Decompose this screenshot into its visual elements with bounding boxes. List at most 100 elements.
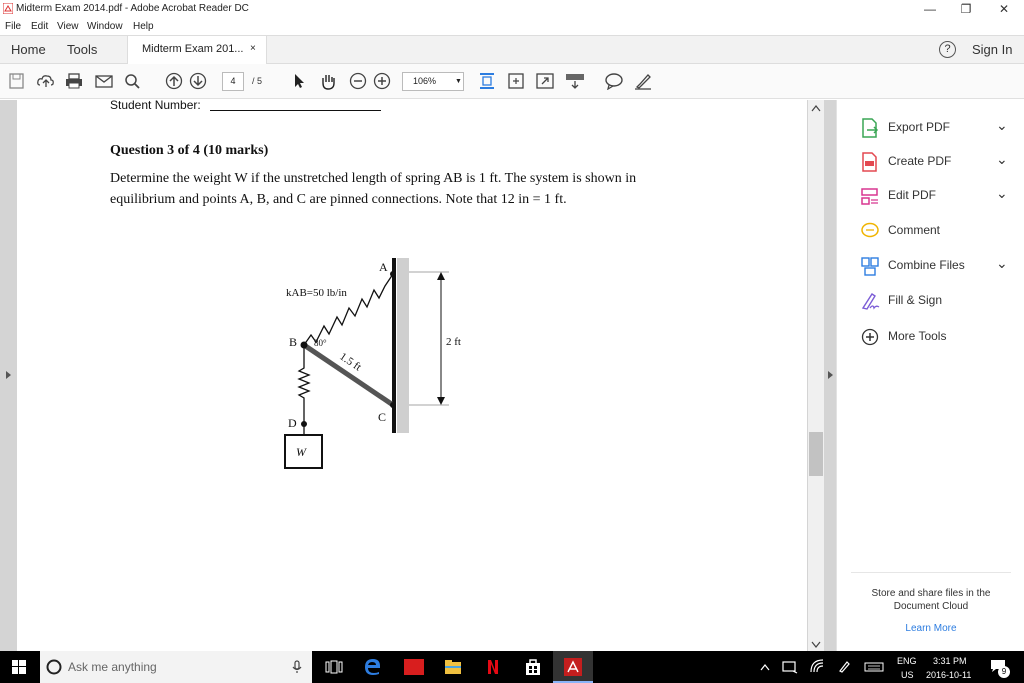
chevron-down-icon[interactable]: ⌄ xyxy=(996,151,1008,168)
select-cursor-icon[interactable] xyxy=(289,72,309,90)
menu-file[interactable]: File xyxy=(5,21,21,32)
wifi-icon[interactable] xyxy=(810,659,824,673)
cortana-search-box[interactable]: Ask me anything xyxy=(40,651,312,683)
store-icon[interactable] xyxy=(524,658,542,676)
show-hidden-icons-icon[interactable] xyxy=(760,663,770,671)
tab-tools[interactable]: Tools xyxy=(67,42,97,57)
label-a: A xyxy=(379,260,388,274)
tool-comment[interactable]: Comment xyxy=(837,216,1024,246)
pin-c xyxy=(390,402,396,408)
cortana-circle-icon xyxy=(46,659,62,675)
student-number-label: Student Number: xyxy=(110,98,201,112)
chevron-down-icon[interactable]: ⌄ xyxy=(996,185,1008,202)
taskbar-app-red-icon[interactable] xyxy=(404,659,424,675)
label-d: D xyxy=(288,416,297,430)
tab-home[interactable]: Home xyxy=(11,42,46,57)
next-page-icon[interactable] xyxy=(188,72,208,90)
label-w: W xyxy=(296,445,307,459)
tab-document[interactable]: Midterm Exam 201... × xyxy=(127,36,267,64)
more-tools-icon xyxy=(861,328,879,346)
create-pdf-icon xyxy=(862,152,877,172)
student-number-line xyxy=(210,110,381,111)
search-icon[interactable] xyxy=(122,72,142,90)
spring-bd xyxy=(297,345,311,424)
edit-pdf-icon xyxy=(861,188,878,205)
close-tab-button[interactable]: × xyxy=(250,43,256,54)
scroll-down-icon[interactable] xyxy=(811,640,821,648)
pen-workspace-icon[interactable] xyxy=(838,659,852,673)
file-explorer-icon[interactable] xyxy=(444,659,462,675)
total-pages: / 5 xyxy=(252,76,263,86)
scroll-up-icon[interactable] xyxy=(811,104,821,112)
keyboard-icon[interactable] xyxy=(864,662,884,672)
chevron-down-icon[interactable]: ⌄ xyxy=(996,117,1008,134)
scroll-mode-icon[interactable] xyxy=(477,72,497,90)
print-icon[interactable] xyxy=(64,72,84,90)
previous-page-icon[interactable] xyxy=(164,72,184,90)
sign-in-link[interactable]: Sign In xyxy=(972,42,1012,57)
upload-cloud-icon[interactable] xyxy=(36,72,56,90)
tool-label: Comment xyxy=(888,223,941,237)
zoom-out-icon[interactable] xyxy=(348,72,368,90)
tool-label: Combine Files xyxy=(888,258,965,272)
pdf-page: Student Number: Question 3 of 4 (10 mark… xyxy=(17,98,807,651)
tool-label: Fill & Sign xyxy=(888,293,943,307)
acrobat-app-icon xyxy=(3,3,13,14)
scrollbar-thumb[interactable] xyxy=(809,432,823,476)
edge-browser-icon[interactable] xyxy=(364,658,382,676)
windows-start-icon[interactable] xyxy=(12,660,26,674)
menu-view[interactable]: View xyxy=(57,21,79,32)
page-number-input[interactable]: 4 xyxy=(222,72,244,91)
windows-taskbar: Ask me anything ENG US 3:31 PM 2016-10-1… xyxy=(0,651,1024,683)
hand-tool-icon[interactable] xyxy=(318,72,338,90)
menu-edit[interactable]: Edit xyxy=(31,21,48,32)
tool-create-pdf[interactable]: Create PDF ⌄ xyxy=(837,147,1024,177)
chevron-down-icon[interactable]: ⌄ xyxy=(996,255,1008,272)
zoom-level-select[interactable]: 106% ▼ xyxy=(402,72,464,91)
acrobat-taskbar-button[interactable] xyxy=(553,651,593,683)
cloud-promo-line1: Store and share files in the xyxy=(871,588,991,599)
task-view-icon[interactable] xyxy=(325,660,343,674)
zoom-in-icon[interactable] xyxy=(372,72,392,90)
clock-date[interactable]: 2016-10-11 xyxy=(926,670,971,680)
tools-pane: Export PDF ⌄ Create PDF ⌄ Edit PDF ⌄ Com… xyxy=(836,100,1024,651)
pin-a xyxy=(390,271,396,277)
language-indicator[interactable]: ENG xyxy=(897,656,917,666)
left-panel-toggle-icon[interactable] xyxy=(4,370,12,380)
comment-tool-icon[interactable] xyxy=(604,72,624,90)
close-window-button[interactable]: ✕ xyxy=(984,0,1024,18)
help-icon[interactable]: ? xyxy=(939,41,956,58)
document-tab-label: Midterm Exam 201... xyxy=(142,43,244,55)
email-icon[interactable] xyxy=(94,72,114,90)
netflix-icon[interactable] xyxy=(486,659,500,675)
menu-help[interactable]: Help xyxy=(133,21,154,32)
clock-time[interactable]: 3:31 PM xyxy=(933,656,967,666)
read-mode-icon[interactable] xyxy=(565,72,585,90)
dimension-arrowhead-top xyxy=(437,272,445,280)
restore-button[interactable]: ❐ xyxy=(946,0,986,18)
microphone-icon[interactable] xyxy=(292,660,302,674)
search-placeholder: Ask me anything xyxy=(68,660,157,674)
tool-edit-pdf[interactable]: Edit PDF ⌄ xyxy=(837,181,1024,211)
export-pdf-icon xyxy=(862,118,879,138)
learn-more-link[interactable]: Learn More xyxy=(837,623,1024,634)
region-indicator[interactable]: US xyxy=(901,670,914,680)
tool-label: Create PDF xyxy=(888,154,952,168)
document-viewport[interactable]: Student Number: Question 3 of 4 (10 mark… xyxy=(0,98,836,651)
menu-window[interactable]: Window xyxy=(87,21,123,32)
tool-combine-files[interactable]: Combine Files ⌄ xyxy=(837,251,1024,281)
right-panel-toggle-icon[interactable] xyxy=(826,370,834,380)
minimize-button[interactable]: — xyxy=(910,0,950,18)
full-screen-icon[interactable] xyxy=(535,72,555,90)
fit-page-icon[interactable] xyxy=(506,72,526,90)
wall xyxy=(397,258,409,433)
tool-fill-sign[interactable]: Fill & Sign xyxy=(837,286,1024,316)
vertical-scrollbar[interactable] xyxy=(808,100,824,651)
tool-more-tools[interactable]: More Tools xyxy=(837,322,1024,352)
question-heading: Question 3 of 4 (10 marks) xyxy=(110,143,269,158)
save-icon[interactable] xyxy=(7,72,27,90)
combine-files-icon xyxy=(861,257,879,276)
tool-export-pdf[interactable]: Export PDF ⌄ xyxy=(837,113,1024,143)
highlight-pen-icon[interactable] xyxy=(633,72,653,90)
tablet-icon[interactable] xyxy=(782,660,798,674)
